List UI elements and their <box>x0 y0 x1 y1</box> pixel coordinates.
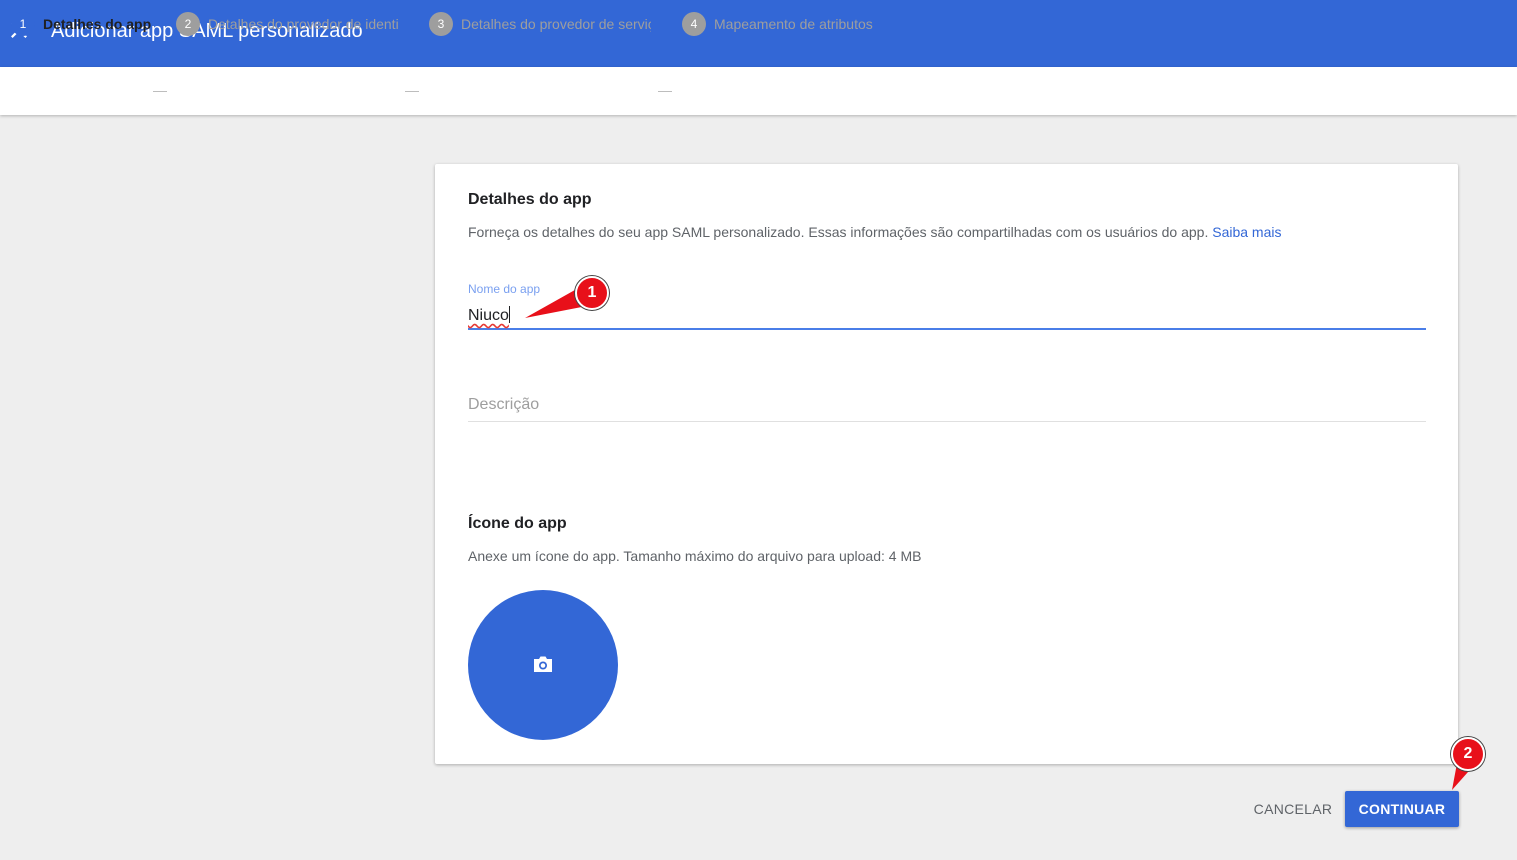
camera-icon <box>534 656 552 672</box>
step-identity-provider[interactable]: 2 Detalhes do provedor de identi <box>176 12 398 36</box>
app-details-card: Detalhes do app Forneça os detalhes do s… <box>435 164 1458 764</box>
annotation-badge-2: 2 <box>1451 737 1485 771</box>
description-input[interactable]: Descrição <box>468 396 1426 422</box>
annotation-badge-1: 1 <box>575 276 609 310</box>
app-name-value: Niuco <box>468 307 509 324</box>
icon-description: Anexe um ícone do app. Tamanho máximo do… <box>468 548 922 564</box>
step-divider <box>658 91 672 92</box>
step-label: Detalhes do provedor de identi <box>208 16 398 32</box>
step-attribute-mapping[interactable]: 4 Mapeamento de atributos <box>682 12 873 36</box>
stepper <box>0 67 1517 115</box>
details-description-text: Forneça os detalhes do seu app SAML pers… <box>468 224 1209 240</box>
step-number: 3 <box>429 12 453 36</box>
section-title-icon: Ícone do app <box>468 515 567 532</box>
continue-button[interactable]: CONTINUAR <box>1345 791 1459 827</box>
details-description: Forneça os detalhes do seu app SAML pers… <box>468 224 1282 240</box>
app-name-value-wrap: Niuco <box>468 306 510 325</box>
step-label: Detalhes do app <box>43 16 152 32</box>
step-number: 1 <box>11 12 35 36</box>
step-number: 2 <box>176 12 200 36</box>
learn-more-link[interactable]: Saiba mais <box>1212 224 1281 240</box>
step-app-details[interactable]: 1 Detalhes do app <box>11 12 151 36</box>
step-label: Mapeamento de atributos <box>714 16 873 32</box>
app-name-input[interactable] <box>468 304 1426 330</box>
icon-upload-button[interactable] <box>468 590 618 740</box>
step-divider <box>405 91 419 92</box>
app-name-label: Nome do app <box>468 282 541 296</box>
step-service-provider[interactable]: 3 Detalhes do provedor de serviç <box>429 12 651 36</box>
section-title-details: Detalhes do app <box>468 191 592 208</box>
step-label: Detalhes do provedor de serviç <box>461 16 651 32</box>
step-divider <box>153 91 167 92</box>
text-caret <box>508 306 510 323</box>
step-number: 4 <box>682 12 706 36</box>
cancel-button[interactable]: CANCELAR <box>1248 791 1338 827</box>
